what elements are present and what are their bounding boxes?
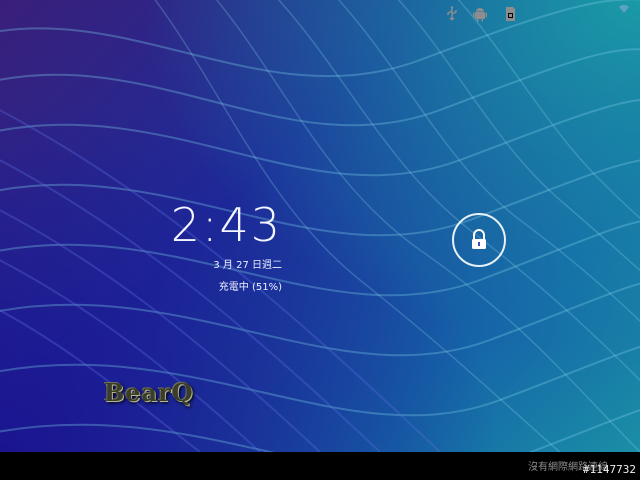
lockscreen-clock: 2:43 xyxy=(170,198,282,252)
lockscreen-date: 3 月 27 日週二 xyxy=(213,260,282,271)
watermark-logo: BearQ xyxy=(104,378,194,407)
unlock-button[interactable] xyxy=(452,213,506,267)
usb-icon[interactable] xyxy=(444,6,460,22)
wallpaper-waves xyxy=(0,0,640,452)
android-debug-icon[interactable] xyxy=(472,6,488,22)
post-id-label: #1147732 xyxy=(583,463,636,476)
lock-icon xyxy=(472,229,486,249)
charging-status: 充電中 (51%) xyxy=(218,282,282,293)
sd-card-icon[interactable] xyxy=(502,6,518,22)
wallpaper xyxy=(0,0,640,452)
wifi-icon[interactable] xyxy=(618,2,630,14)
